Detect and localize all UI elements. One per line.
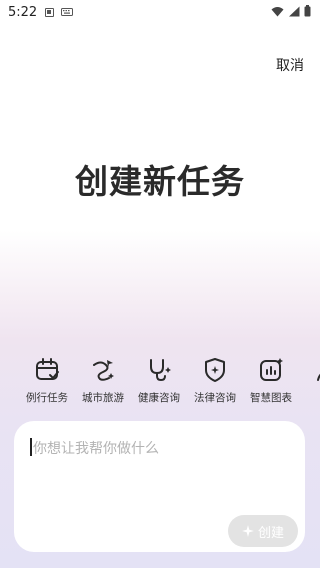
page-title: 创建新任务 [75,162,245,201]
keyboard-icon [61,8,74,16]
chip-label: 健康咨询 [138,392,180,404]
input-card: 你想让我帮你做什么 创建 [14,421,305,552]
sparkle-icon [241,525,254,537]
chip-label: 法律咨询 [194,392,236,404]
plane-route-icon [93,360,114,381]
wifi-icon [271,6,284,16]
chip-partial[interactable]: 试 [299,356,320,408]
chip-routine-task[interactable]: 例行任务 [19,356,75,408]
status-time: 5:22 [8,4,38,20]
task-input[interactable]: 你想让我帮你做什么 [33,438,159,458]
chip-legal-consult[interactable]: 法律咨询 [187,356,243,408]
chip-label: 智慧图表 [250,392,292,404]
calendar-check-icon [36,358,59,380]
signal-icon [289,6,300,16]
chip-health-consult[interactable]: 健康咨询 [131,356,187,408]
create-button-label: 创建 [257,525,284,541]
cancel-button[interactable]: 取消 [276,55,304,75]
category-chips: 例行任务 城市旅游 健康咨询 法律咨询 智慧图表 [0,356,320,412]
person-icon [317,373,320,381]
status-indicators [271,5,311,17]
chip-label: 城市旅游 [82,392,124,404]
chip-smart-chart[interactable]: 智慧图表 [243,356,299,408]
battery-icon [304,5,311,17]
stethoscope-icon [150,359,171,382]
shield-icon [205,358,225,382]
create-button[interactable]: 创建 [228,515,298,547]
notification-a-icon [45,7,55,17]
text-cursor [30,438,32,456]
chart-icon [260,358,283,381]
status-bar: 5:22 [0,0,320,24]
chip-label: 例行任务 [26,392,68,404]
chip-city-travel[interactable]: 城市旅游 [75,356,131,408]
